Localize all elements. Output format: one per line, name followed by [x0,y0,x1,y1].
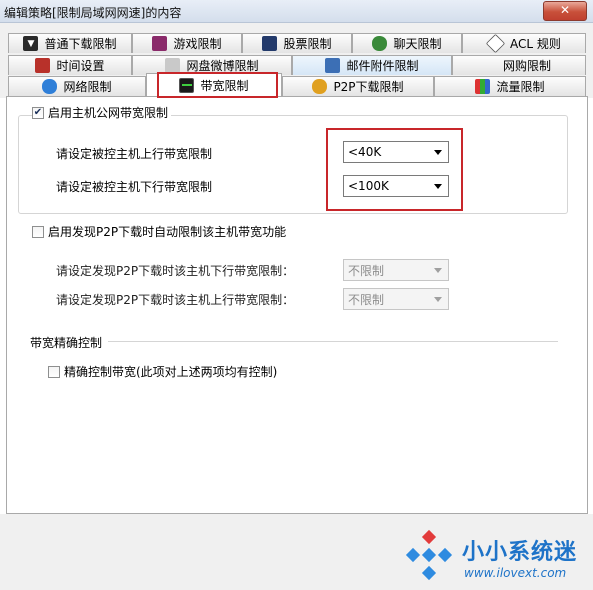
tab-time-settings[interactable]: 时间设置 [8,55,132,75]
p2p-upload-limit-value: 不限制 [348,292,385,307]
tab-stock[interactable]: 股票限制 [242,33,352,53]
tab-label: 时间设置 [56,59,105,73]
precise-control-title: 带宽精确控制 [30,334,107,351]
chevron-down-icon [434,268,442,273]
stock-icon [262,36,278,51]
p2p-upload-limit-select[interactable]: 不限制 [343,288,449,310]
upload-limit-label: 请设定被控主机上行带宽限制 [56,147,213,161]
tab-label: 聊天限制 [393,37,442,51]
tab-mail-attachment[interactable]: 邮件附件限制 [292,55,452,75]
tab-label: P2P下载限制 [333,80,404,94]
ie-icon [42,79,58,94]
clock-icon [35,58,51,73]
tab-strip: ▼ 普通下载限制 游戏限制 股票限制 聊天限制 ACL 规则 时间设置 网盘微博… [0,23,593,98]
precise-control-checkbox-label: 精确控制带宽(此项对上述两项均有控制) [64,365,278,379]
section-divider [108,341,558,342]
host-bandwidth-group [18,115,568,214]
download-limit-label: 请设定被控主机下行带宽限制 [56,180,213,194]
bandwidth-icon [179,77,195,93]
chevron-down-icon [434,150,442,155]
p2p-auto-checkbox[interactable] [32,225,44,238]
close-button[interactable]: ✕ [543,1,587,21]
tab-online-shopping[interactable]: 网购限制 [452,55,586,75]
precise-control-toggle[interactable]: 精确控制带宽(此项对上述两项均有控制) [48,363,281,380]
chat-icon [372,36,388,51]
tab-cloud-weibo[interactable]: 网盘微博限制 [132,55,292,75]
watermark-logo-icon [405,529,453,581]
tab-label: 流量限制 [496,80,545,94]
tab-label: 网购限制 [502,59,551,73]
p2p-download-limit-label: 请设定发现P2P下载时该主机下行带宽限制： [56,264,295,278]
tab-acl[interactable]: ACL 规则 [462,33,586,54]
p2p-download-limit-value: 不限制 [348,263,385,278]
p2p-auto-checkbox-label: 启用发现P2P下载时自动限制该主机带宽功能 [48,225,287,239]
tab-p2p-download[interactable]: P2P下载限制 [282,76,434,96]
tab-network[interactable]: 网络限制 [8,76,146,96]
p2p-download-limit-select[interactable]: 不限制 [343,259,449,281]
traffic-icon [475,79,491,94]
watermark-url: www.ilovext.com [464,566,567,580]
tab-normal-download[interactable]: ▼ 普通下载限制 [8,33,132,53]
tab-bandwidth[interactable]: 带宽限制 [146,73,282,96]
chevron-down-icon [434,297,442,302]
title-bar: 编辑策略[限制局域网网速]的内容 ✕ [0,0,593,23]
tab-label: 普通下载限制 [44,37,117,51]
upload-limit-select[interactable]: <40K [343,141,449,163]
upload-limit-value: <40K [348,145,382,159]
tab-label: ACL 规则 [510,37,561,51]
tab-label: 邮件附件限制 [346,59,419,73]
tab-label: 带宽限制 [200,78,249,93]
tab-game[interactable]: 游戏限制 [132,33,242,53]
game-icon [152,36,168,51]
tab-label: 网盘微博限制 [186,59,259,73]
acl-icon [485,33,506,54]
host-bandwidth-toggle[interactable]: ✔ 启用主机公网带宽限制 [32,104,172,121]
tab-label: 股票限制 [283,37,332,51]
precise-control-checkbox[interactable] [48,365,60,378]
window-title: 编辑策略[限制局域网网速]的内容 [4,6,182,20]
chevron-down-icon [434,184,442,189]
p2p-icon [312,79,328,94]
tab-chat[interactable]: 聊天限制 [352,33,462,53]
download-limit-value: <100K [348,179,389,193]
p2p-upload-limit-label: 请设定发现P2P下载时该主机上行带宽限制： [56,293,295,307]
cloud-icon [165,58,181,73]
watermark-text: 小小系统迷 [462,540,578,565]
p2p-auto-toggle[interactable]: 启用发现P2P下载时自动限制该主机带宽功能 [32,223,290,240]
host-bandwidth-checkbox[interactable]: ✔ [32,106,44,119]
tab-label: 游戏限制 [173,37,222,51]
tab-traffic[interactable]: 流量限制 [434,76,586,96]
download-limit-select[interactable]: <100K [343,175,449,197]
host-bandwidth-checkbox-label: 启用主机公网带宽限制 [48,106,169,120]
tab-label: 网络限制 [63,80,112,94]
download-icon: ▼ [23,36,39,51]
mail-icon [325,58,341,73]
